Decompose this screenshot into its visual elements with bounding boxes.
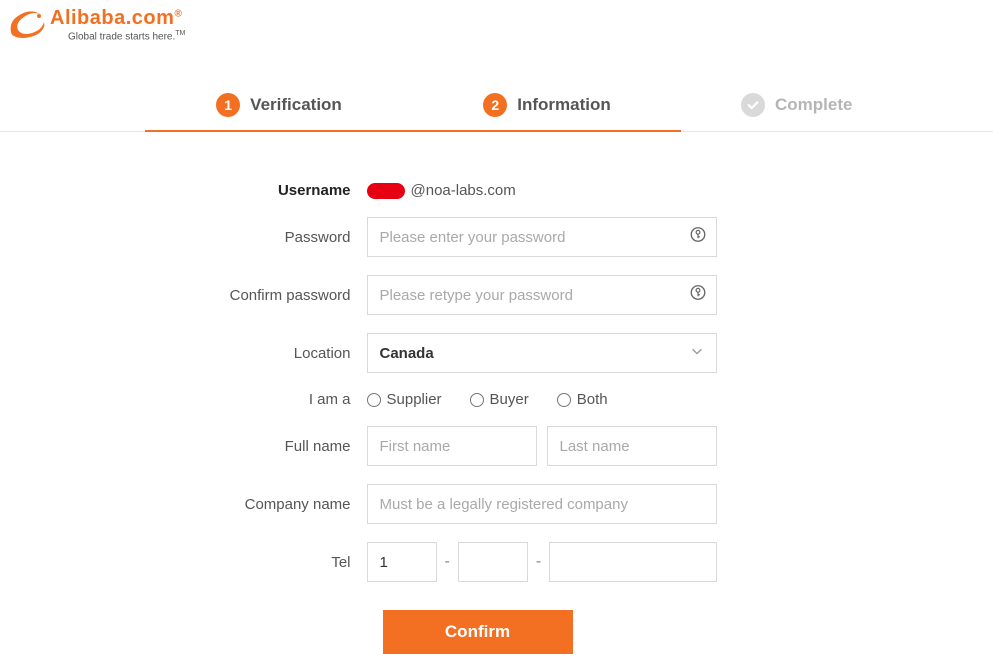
confirm-button[interactable]: Confirm xyxy=(383,610,573,654)
tel-label: Tel xyxy=(127,554,367,571)
fullname-label: Full name xyxy=(127,438,367,455)
radio-both-input[interactable] xyxy=(557,393,571,407)
chevron-down-icon xyxy=(690,344,704,362)
location-select[interactable]: Canada xyxy=(367,333,717,373)
username-domain: @noa-labs.com xyxy=(411,182,516,199)
tel-separator: - xyxy=(445,553,450,571)
tel-separator: - xyxy=(536,553,541,571)
company-input[interactable] xyxy=(367,484,717,524)
password-key-icon[interactable] xyxy=(689,226,707,249)
confirm-password-input[interactable] xyxy=(367,275,717,315)
logo-text: Alibaba.com® xyxy=(50,8,185,28)
confirm-password-row: Confirm password xyxy=(127,275,867,315)
step-label: Information xyxy=(517,95,611,115)
password-key-icon[interactable] xyxy=(689,284,707,307)
tel-row: Tel - - xyxy=(127,542,867,582)
step-verification: 1 Verification xyxy=(145,85,413,131)
registration-form: Username @noa-labs.com Password Confirm … xyxy=(127,182,867,654)
step-number-badge: 1 xyxy=(216,93,240,117)
fullname-row: Full name xyxy=(127,426,867,466)
company-row: Company name xyxy=(127,484,867,524)
tel-area-code-input[interactable] xyxy=(458,542,528,582)
tel-country-code-input[interactable] xyxy=(367,542,437,582)
location-value: Canada xyxy=(380,345,434,362)
username-row: Username @noa-labs.com xyxy=(127,182,867,199)
alibaba-swoosh-icon xyxy=(8,8,48,45)
steps-progress: 1 Verification 2 Information Complete xyxy=(0,85,993,132)
check-icon xyxy=(741,93,765,117)
radio-buyer[interactable]: Buyer xyxy=(470,391,529,408)
radio-buyer-input[interactable] xyxy=(470,393,484,407)
username-value: @noa-labs.com xyxy=(367,182,717,199)
logo-tagline: Global trade starts here.TM xyxy=(68,30,185,42)
password-row: Password xyxy=(127,217,867,257)
role-row: I am a Supplier Buyer Both xyxy=(127,391,867,408)
role-label: I am a xyxy=(127,391,367,408)
step-complete: Complete xyxy=(681,85,993,131)
company-label: Company name xyxy=(127,496,367,513)
radio-supplier[interactable]: Supplier xyxy=(367,391,442,408)
step-label: Complete xyxy=(775,95,852,115)
lastname-input[interactable] xyxy=(547,426,717,466)
step-information: 2 Information xyxy=(413,85,681,131)
redacted-username-icon xyxy=(367,183,405,199)
step-label: Verification xyxy=(250,95,342,115)
confirm-password-label: Confirm password xyxy=(127,287,367,304)
tel-number-input[interactable] xyxy=(549,542,716,582)
radio-supplier-input[interactable] xyxy=(367,393,381,407)
radio-both[interactable]: Both xyxy=(557,391,608,408)
step-number-badge: 2 xyxy=(483,93,507,117)
page-header: Alibaba.com® Global trade starts here.TM xyxy=(0,0,993,45)
password-label: Password xyxy=(127,229,367,246)
username-label: Username xyxy=(127,182,367,199)
brand-logo[interactable]: Alibaba.com® Global trade starts here.TM xyxy=(8,8,993,45)
password-input[interactable] xyxy=(367,217,717,257)
firstname-input[interactable] xyxy=(367,426,537,466)
location-row: Location Canada xyxy=(127,333,867,373)
location-label: Location xyxy=(127,345,367,362)
